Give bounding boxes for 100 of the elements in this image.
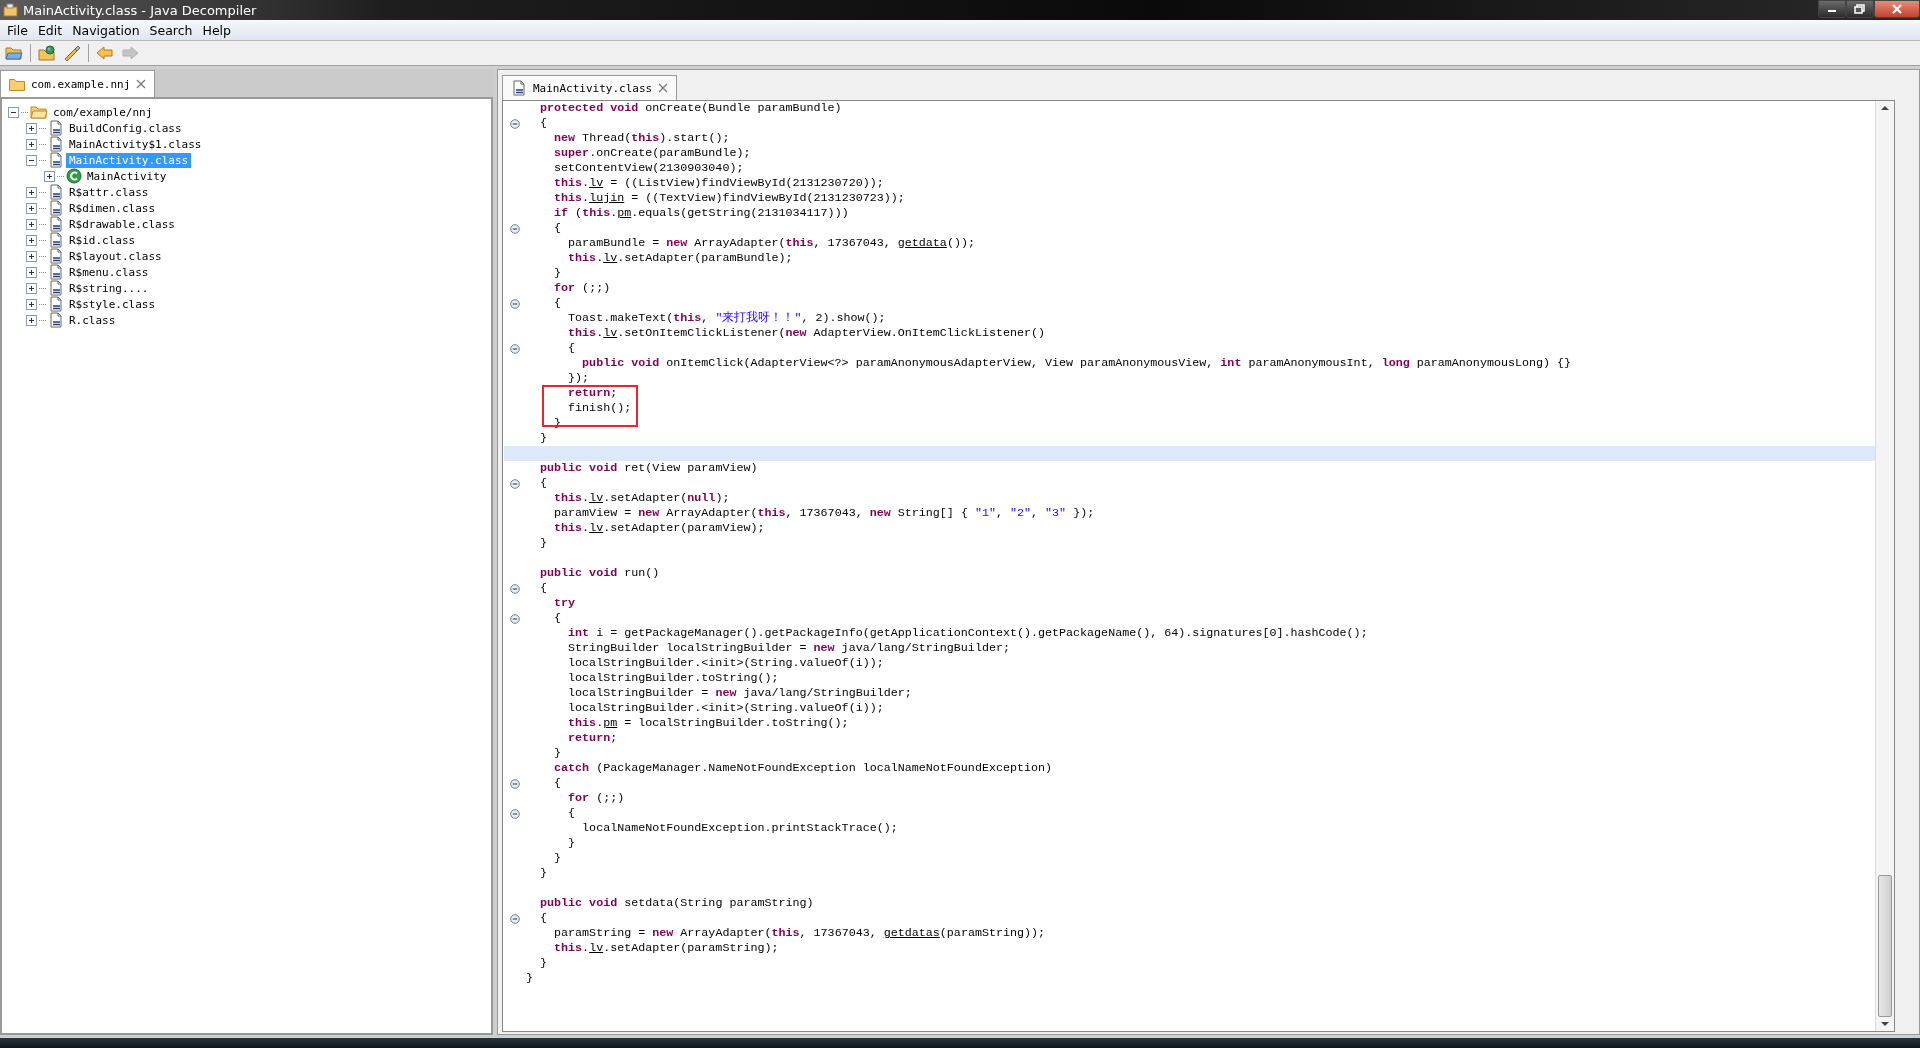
tree-item[interactable]: R$layout.class [66,248,165,264]
fold-icon[interactable] [510,343,520,354]
class-file-icon [48,296,64,312]
code-line: { [553,296,562,311]
tree-item[interactable]: MainActivity$1.class [66,136,205,152]
code-line: this.lv = ((ListView)findViewById(2131230720)); [553,176,884,191]
code-line: this.lv.setAdapter(paramView); [553,521,765,536]
close-icon[interactable] [136,79,147,89]
tab-label: MainActivity.class [533,81,653,95]
editor-tab[interactable]: MainActivity.class [502,75,678,100]
fold-icon[interactable] [510,778,520,789]
class-file-icon [48,184,64,200]
menu-item[interactable]: Edit [32,22,68,38]
folder-globe-icon[interactable] [36,43,58,63]
code-line: localNameNotFoundException.printStackTrace(); [581,821,898,836]
expand-icon[interactable] [26,282,37,294]
class-file-icon [48,312,64,328]
fold-icon[interactable] [510,223,520,234]
code-line: catch (PackageManager.NameNotFoundException localNameNotFoundException) [553,761,1053,776]
menu-item[interactable]: File [2,22,33,38]
code-line: int i = getPackageManager().getPackageInfo(getApplicationContext().getPackageName(), 64).signatures[0].hashCode(); [567,626,1368,641]
back-arrow-icon[interactable] [94,43,116,63]
class-file-icon [48,120,64,136]
fold-icon[interactable] [510,298,520,309]
app-icon [3,3,19,17]
restore-icon [1854,4,1866,14]
menu-item[interactable]: Search [144,22,198,38]
code-line: { [553,221,562,236]
expand-icon[interactable] [26,122,37,134]
tree-item[interactable]: BuildConfig.class [66,120,185,136]
fold-icon[interactable] [510,583,520,594]
code-line: public void setdata(String paramString) [539,896,814,911]
tree-item[interactable]: com/example/nnj [50,104,156,120]
menu-item[interactable]: Help [197,22,236,38]
collapse-icon[interactable] [8,106,19,118]
tree-item[interactable]: R$string.... [66,280,152,296]
class-file-icon [48,136,64,152]
fold-icon[interactable] [510,118,520,129]
collapse-icon[interactable] [26,154,37,166]
class-file-icon [48,200,64,216]
code-line: try [553,596,576,611]
code-line: { [567,341,576,356]
code-line: } [539,536,548,551]
code-line: paramView = new ArrayAdapter(this, 17367043, new String[] { "1", "2", "3" }); [553,506,1095,521]
code-line: setContentView(2130903040); [553,161,744,176]
fold-icon[interactable] [510,808,520,819]
expand-icon[interactable] [26,186,37,198]
tree-item[interactable]: R$id.class [66,232,139,248]
code-line: super.onCreate(paramBundle); [553,146,751,161]
code-line: } [567,836,576,851]
tree-item[interactable]: R$dimen.class [66,200,159,216]
code-line: return; [567,731,618,746]
code-line: StringBuilder localStringBuilder = new java/lang/StringBuilder; [567,641,1010,656]
expand-icon[interactable] [44,170,55,182]
tree-item[interactable]: MainActivity [84,168,170,184]
code-line: }); [567,371,590,386]
scrollbar-thumb[interactable] [1878,875,1892,1017]
code-line: localStringBuilder.<init>(String.valueOf(i)); [567,701,884,716]
expand-icon[interactable] [26,250,37,262]
minimize-button[interactable] [1818,0,1846,18]
class-file-icon [511,80,527,96]
tree-item[interactable]: R$menu.class [66,264,152,280]
code-line: public void onItemClick(AdapterView<?> paramAnonymousAdapterView, View paramAnonymousView, int paramAnonymousInt, long paramAnonymousLong) {} [581,356,1572,371]
fold-icon[interactable] [510,613,520,624]
package-tab[interactable]: com.example.nnj [0,70,156,97]
expand-icon[interactable] [26,266,37,278]
expand-icon[interactable] [26,314,37,326]
code-line: { [567,806,576,821]
code-line: this.lv.setAdapter(paramBundle); [567,251,793,266]
code-line: this.pm = localStringBuilder.toString(); [567,716,849,731]
code-line: Toast.makeText(this, "来打我呀！！", 2).show(); [567,311,886,326]
code-line: paramString = new ArrayAdapter(this, 17367043, getdatas(paramString)); [553,926,1046,941]
expand-icon[interactable] [26,234,37,246]
close-icon[interactable] [658,83,669,93]
class-file-icon [48,280,64,296]
class-file-icon [48,264,64,280]
class-type-icon [66,168,82,184]
code-line: public void run() [539,566,660,581]
scrollbar[interactable] [1875,101,1894,1031]
expand-icon[interactable] [26,298,37,310]
code-line: this.lv.setAdapter(paramString); [553,941,779,956]
window-title: MainActivity.class - Java Decompiler [23,2,257,18]
fold-icon[interactable] [510,478,520,489]
tree-item[interactable]: R$style.class [66,296,159,312]
expand-icon[interactable] [26,138,37,150]
menu-item[interactable]: Navigation [67,22,145,38]
close-button[interactable] [1874,0,1920,18]
maximize-button[interactable] [1846,0,1874,18]
code-line: } [539,866,548,881]
tree-item[interactable]: R$attr.class [66,184,152,200]
expand-icon[interactable] [26,202,37,214]
class-file-icon [48,152,64,168]
fold-icon[interactable] [510,913,520,924]
code-line: localStringBuilder.<init>(String.valueOf(i)); [567,656,884,671]
tree-item[interactable]: R$drawable.class [66,216,178,232]
tree-item[interactable]: R.class [66,312,119,328]
code-line: { [539,911,548,926]
code-line: for (;;) [567,791,625,806]
code-line: } [553,266,562,281]
expand-icon[interactable] [26,218,37,230]
